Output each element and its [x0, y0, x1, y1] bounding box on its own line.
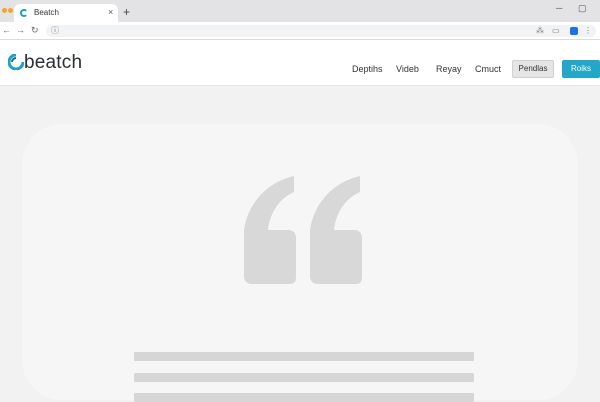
extensions-icon[interactable] [570, 27, 578, 35]
tab-close-icon[interactable]: × [108, 7, 113, 17]
roiks-button[interactable]: Roiks [562, 60, 600, 78]
cast-icon[interactable]: ▭ [552, 25, 560, 37]
menu-icon[interactable]: ⋮ [584, 25, 592, 37]
back-icon[interactable]: ← [2, 25, 11, 36]
beatch-logo-icon[interactable] [8, 54, 24, 70]
minimize-icon[interactable]: ─ [556, 3, 562, 13]
new-tab-icon[interactable]: + [123, 6, 130, 18]
quote-mark-icon [244, 176, 362, 284]
tab-title: Beatch [34, 8, 59, 17]
browser-tab-bar: Beatch × + ─ ▢ [0, 0, 600, 22]
window-control-dot[interactable] [8, 8, 13, 13]
text-placeholder-line [134, 373, 474, 382]
nav-link-reyay[interactable]: Reyay [436, 63, 462, 75]
browser-toolbar: ← → ↻ ⓘ ⁂ ▭ ⋮ [0, 22, 600, 40]
logo-text[interactable]: beatch [24, 52, 82, 74]
forward-icon[interactable]: → [16, 25, 25, 36]
nav-link-deptihs[interactable]: Deptihs [352, 63, 383, 75]
pendlas-button[interactable]: Pendlas [512, 60, 554, 78]
site-header: beatch Deptihs Videb Reyay Cmuct [0, 40, 600, 86]
translate-icon[interactable]: ⁂ [536, 25, 544, 37]
reload-icon[interactable]: ↻ [31, 25, 39, 36]
window-control-dot[interactable] [2, 8, 7, 13]
window-controls [2, 8, 14, 14]
info-icon[interactable]: ⓘ [51, 25, 59, 37]
text-placeholder-line [134, 393, 474, 402]
nav-link-videb[interactable]: Videb [396, 63, 419, 75]
beatch-favicon-icon [20, 9, 28, 17]
restore-icon[interactable]: ▢ [578, 3, 587, 13]
browser-tab[interactable]: Beatch × [14, 4, 118, 22]
text-placeholder-line [134, 352, 474, 361]
address-bar[interactable]: ⓘ ⁂ ▭ ⋮ [46, 25, 596, 37]
nav-link-cmuct[interactable]: Cmuct [475, 63, 501, 75]
